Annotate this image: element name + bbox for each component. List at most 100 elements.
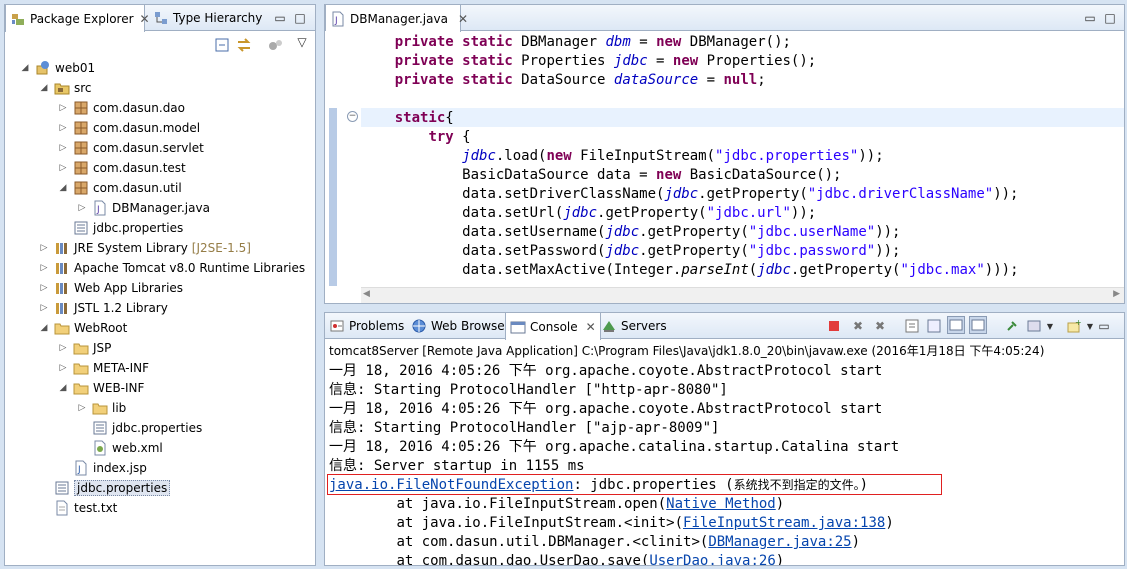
tab-web-browser[interactable]: Web Browser bbox=[407, 313, 514, 339]
maximize-icon[interactable]: □ bbox=[291, 9, 309, 27]
collapsed-arrow-icon[interactable]: ▷ bbox=[38, 283, 50, 293]
remove-launch-icon[interactable]: ✖ bbox=[849, 317, 867, 335]
code-line: try { bbox=[361, 128, 1116, 147]
tab-problems[interactable]: Problems bbox=[325, 313, 408, 339]
tree-item[interactable]: ▷ Apache Tomcat v8.0 Runtime Libraries bbox=[38, 258, 306, 278]
tree-item[interactable]: ◢ WEB-INF bbox=[57, 378, 145, 398]
java-file-icon: J bbox=[92, 200, 108, 216]
display-dropdown-icon[interactable]: ▼ bbox=[1041, 317, 1059, 335]
tree-item[interactable]: ▷ Web App Libraries bbox=[38, 278, 184, 298]
remove-all-terminated-icon[interactable]: ✖ bbox=[871, 317, 889, 335]
stack-trace-link[interactable]: Native Method bbox=[666, 496, 776, 512]
tree-item[interactable]: ▷ lib bbox=[76, 398, 127, 418]
code-area[interactable]: private static DBManager dbm = new DBMan… bbox=[361, 31, 1116, 287]
tree-item[interactable]: ▷ com.dasun.servlet bbox=[57, 138, 204, 158]
expanded-arrow-icon[interactable]: ◢ bbox=[19, 63, 31, 73]
collapsed-arrow-icon[interactable]: ▷ bbox=[57, 143, 69, 153]
expanded-arrow-icon[interactable]: ◢ bbox=[57, 183, 69, 193]
collapsed-arrow-icon[interactable]: ▷ bbox=[38, 243, 50, 253]
console-text: at com.dasun.dao.UserDao.save( bbox=[329, 553, 650, 566]
tree-item[interactable]: ▷ JSP bbox=[57, 338, 112, 358]
tree-item[interactable]: ◢ WebRoot bbox=[38, 318, 128, 338]
collapsed-arrow-icon[interactable]: ▷ bbox=[38, 263, 50, 273]
close-icon[interactable]: ✕ bbox=[458, 12, 468, 26]
console-output[interactable]: 一月 18, 2016 4:05:26 下午 org.apache.coyote… bbox=[329, 362, 1124, 565]
tree-item[interactable]: ▷ com.dasun.model bbox=[57, 118, 201, 138]
stack-trace-link[interactable]: UserDao.java:26 bbox=[649, 553, 775, 565]
tree-item[interactable]: ▷ META-INF bbox=[57, 358, 150, 378]
tab-dbmanager-java[interactable]: J DBManager.java ✕ bbox=[325, 5, 468, 32]
tree-item[interactable]: ▷ com.dasun.test bbox=[57, 158, 186, 178]
tree-item[interactable]: ◢ src bbox=[38, 78, 92, 98]
tree-item-label: JSTL 1.2 Library bbox=[74, 301, 168, 315]
package-icon bbox=[73, 100, 89, 116]
code-token: = bbox=[698, 72, 724, 88]
tab-servers[interactable]: Servers bbox=[597, 313, 671, 339]
link-with-editor-icon[interactable] bbox=[235, 36, 253, 54]
stack-trace-link[interactable]: DBManager.java:25 bbox=[708, 534, 851, 550]
console-line: 信息: Starting ProtocolHandler ["http-apr-… bbox=[329, 381, 728, 400]
code-token: )); bbox=[875, 243, 901, 259]
collapsed-arrow-icon[interactable]: ▷ bbox=[76, 203, 88, 213]
terminate-icon[interactable] bbox=[825, 317, 843, 335]
collapsed-arrow-icon[interactable]: ▷ bbox=[57, 123, 69, 133]
collapsed-arrow-icon[interactable]: ▷ bbox=[57, 103, 69, 113]
collapsed-arrow-icon[interactable]: ▷ bbox=[57, 343, 69, 353]
console-view: Problems Web Browser Console ✕ Servers ✖… bbox=[324, 312, 1125, 566]
expanded-arrow-icon[interactable]: ◢ bbox=[38, 83, 50, 93]
horizontal-scrollbar[interactable]: ◀ ▶ bbox=[361, 287, 1124, 303]
code-token: "jdbc.url" bbox=[706, 205, 791, 221]
clear-console-icon[interactable] bbox=[925, 317, 943, 335]
minimize-icon[interactable]: ▭ bbox=[271, 9, 289, 27]
editor-view: J DBManager.java ✕ ▭ □ − private static … bbox=[324, 4, 1125, 304]
library-icon bbox=[54, 300, 70, 316]
scroll-left-icon[interactable]: ◀ bbox=[363, 289, 370, 299]
collapse-all-icon[interactable] bbox=[213, 36, 231, 54]
expanded-arrow-icon[interactable]: ◢ bbox=[38, 323, 50, 333]
maximize-icon[interactable]: □ bbox=[1101, 9, 1119, 27]
tree-item[interactable]: jdbc.properties bbox=[38, 478, 171, 498]
tree-item[interactable]: ▷ J DBManager.java bbox=[76, 198, 210, 218]
code-token: { bbox=[445, 110, 454, 126]
console-line: 一月 18, 2016 4:05:26 下午 org.apache.coyote… bbox=[329, 400, 882, 419]
tree-item[interactable]: ▷ com.dasun.dao bbox=[57, 98, 185, 118]
tree-item[interactable]: ◢ com.dasun.util bbox=[57, 178, 182, 198]
collapsed-arrow-icon[interactable]: ▷ bbox=[38, 303, 50, 313]
scroll-right-icon[interactable]: ▶ bbox=[1113, 289, 1120, 299]
tree-item[interactable]: jdbc.properties bbox=[57, 218, 183, 238]
close-icon[interactable]: ✕ bbox=[586, 320, 596, 334]
java-file-icon: J bbox=[330, 11, 346, 27]
fold-toggle-icon[interactable]: − bbox=[347, 111, 358, 122]
pin-console-icon[interactable] bbox=[1003, 317, 1021, 335]
code-line: data.setUsername(jdbc.getProperty("jdbc.… bbox=[361, 223, 1116, 242]
tree-item[interactable]: ▷ JRE System Library [J2SE-1.5] bbox=[38, 238, 251, 258]
code-line: data.setUrl(jdbc.getProperty("jdbc.url")… bbox=[361, 204, 1116, 223]
view-menu-icon[interactable]: ▽ bbox=[293, 33, 311, 51]
tree-item[interactable]: test.txt bbox=[38, 498, 117, 518]
tree-item[interactable]: ▷ JSTL 1.2 Library bbox=[38, 298, 168, 318]
code-line: private static Properties jdbc = new Pro… bbox=[361, 52, 1116, 71]
tree-item-label: src bbox=[74, 81, 92, 95]
tree-item-label: com.dasun.servlet bbox=[93, 141, 204, 155]
scroll-lock-icon[interactable] bbox=[903, 317, 921, 335]
stack-trace-link[interactable]: FileInputStream.java:138 bbox=[683, 515, 885, 531]
tab-type-hierarchy[interactable]: Type Hierarchy bbox=[149, 5, 266, 31]
tab-package-explorer[interactable]: Package Explorer ✕ bbox=[5, 5, 150, 32]
tree-item-label: web01 bbox=[55, 61, 96, 75]
collapsed-arrow-icon[interactable]: ▷ bbox=[57, 363, 69, 373]
minimize-icon[interactable]: ▭ bbox=[1095, 317, 1113, 335]
tree-item[interactable]: ◢ web01 bbox=[19, 58, 95, 78]
collapsed-arrow-icon[interactable]: ▷ bbox=[76, 403, 88, 413]
expanded-arrow-icon[interactable]: ◢ bbox=[57, 383, 69, 393]
tree-item[interactable]: web.xml bbox=[76, 438, 163, 458]
show-on-stderr-icon[interactable] bbox=[969, 316, 987, 334]
tree-item[interactable]: Jindex.jsp bbox=[57, 458, 147, 478]
collapsed-arrow-icon[interactable]: ▷ bbox=[57, 163, 69, 173]
minimize-icon[interactable]: ▭ bbox=[1081, 9, 1099, 27]
show-on-stdout-icon[interactable] bbox=[947, 316, 965, 334]
code-token: "jdbc.max" bbox=[900, 262, 985, 278]
tree-item[interactable]: jdbc.properties bbox=[76, 418, 202, 438]
code-token: private bbox=[394, 53, 454, 69]
tab-console[interactable]: Console ✕ bbox=[505, 313, 601, 340]
focus-on-active-task-icon[interactable] bbox=[267, 36, 285, 54]
